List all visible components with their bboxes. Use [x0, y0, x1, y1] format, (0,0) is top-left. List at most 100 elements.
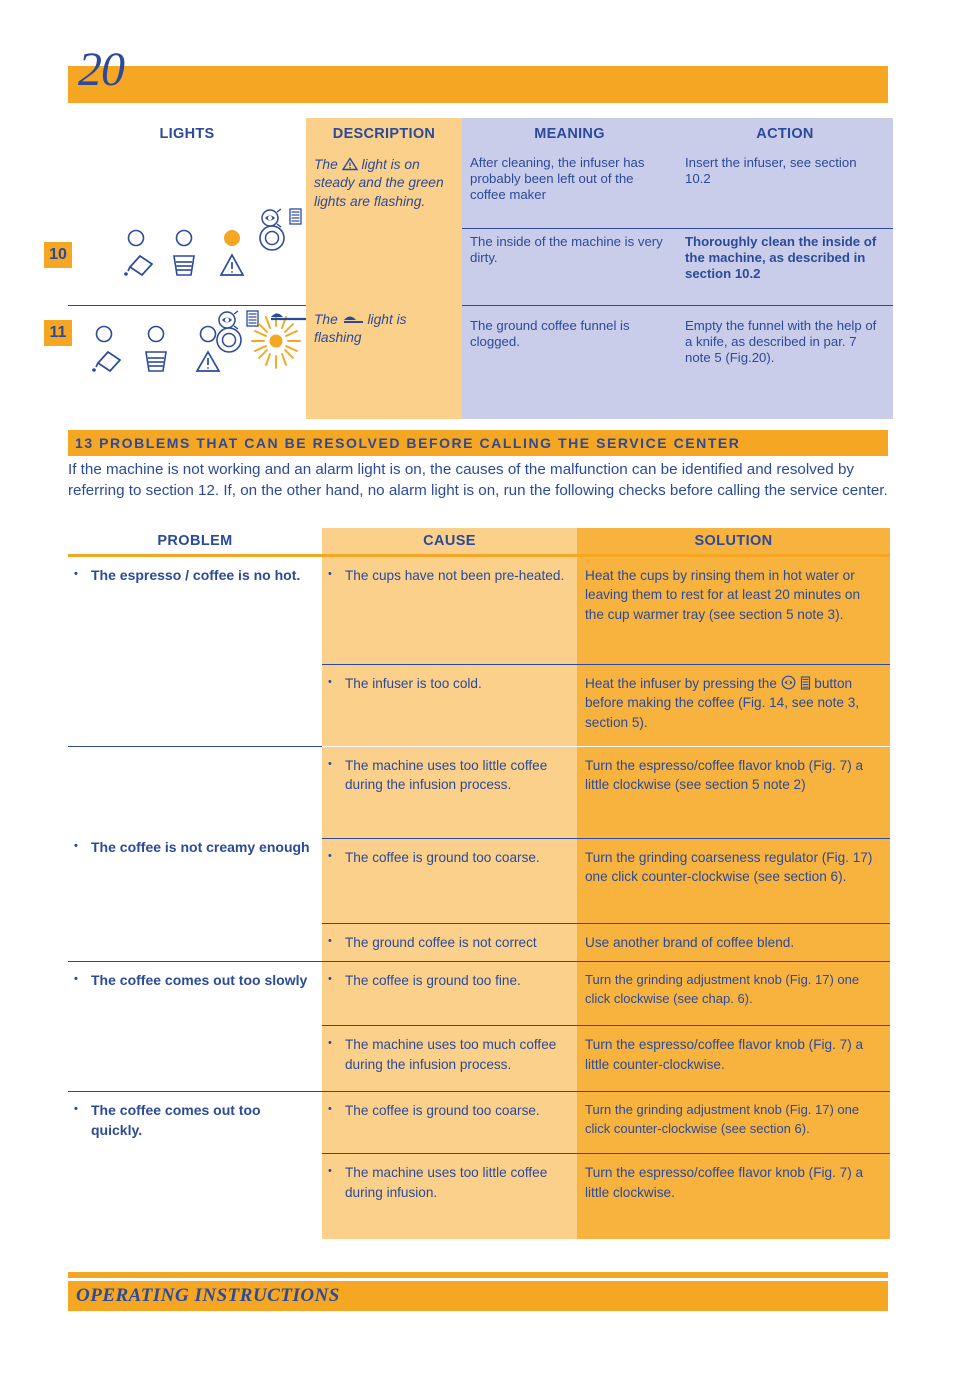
problem-bullet-row: • The coffee comes out too slowly	[68, 962, 322, 1000]
problem-bullet-row: • The espresso / coffee is no hot.	[68, 557, 322, 595]
grounds-container-icon	[173, 255, 195, 276]
cause-cell: • The cups have not been pre-heated.	[322, 554, 577, 664]
cause-text: The ground coffee is not correct	[345, 935, 537, 950]
lights-table-row-10: 10 The light is on steady and the green …	[38, 150, 893, 305]
row-10-action-1: Insert the infuser, see section 10.2	[677, 150, 893, 228]
problem-column-header: PROBLEM	[68, 528, 322, 554]
group-1-rows: • The cups have not been pre-heated. Hea…	[322, 554, 890, 746]
page-number: 20	[78, 43, 125, 96]
solution-cell: Heat the infuser by pressing the button …	[577, 664, 890, 746]
row-11-light-icons	[92, 310, 306, 373]
problem-text: The coffee is not creamy enough	[91, 839, 310, 855]
problem-cell-3: • The coffee comes out too slowly	[68, 961, 322, 1092]
manual-page: 20 LIGHTS DESCRIPTION MEANING ACTION 10	[0, 0, 954, 1377]
problem-text: The coffee comes out too slowly	[91, 972, 308, 989]
group-4-rows: • The coffee is ground too coarse. Turn …	[322, 1091, 890, 1240]
meaning-text: The ground coffee funnel is clogged.	[470, 318, 630, 350]
steam-ready-icon	[259, 225, 285, 251]
solution-before-text: Heat the infuser by pressing the	[585, 676, 777, 691]
cause-bullet-row: • The coffee is ground too coarse.	[322, 1092, 577, 1129]
group-3-rows: • The coffee is ground too fine. Turn th…	[322, 961, 890, 1092]
cause-bullet-row: • The coffee is ground too fine.	[322, 962, 577, 999]
cause-cell: • The infuser is too cold.	[322, 664, 577, 746]
section-13-intro: If the machine is not working and an ala…	[68, 461, 888, 499]
ground-coffee-funnel-icon	[271, 313, 306, 321]
cause-solution-row: • The ground coffee is not correct Use a…	[322, 923, 890, 962]
cause-solution-row: • The coffee is ground too coarse. Turn …	[322, 838, 890, 923]
cause-bullet-row: • The machine uses too little coffee dur…	[322, 1154, 577, 1211]
cause-text: The infuser is too cold.	[345, 676, 482, 691]
cause-bullet-row: • The coffee is ground too coarse.	[322, 839, 577, 876]
problem-text: The coffee comes out too quickly.	[91, 1102, 261, 1139]
warning-led-lit	[224, 230, 240, 246]
solution-cell: Turn the espresso/coffee flavor knob (Fi…	[577, 1025, 890, 1092]
cause-solution-row: • The machine uses too little coffee dur…	[322, 1153, 890, 1240]
lights-table: LIGHTS DESCRIPTION MEANING ACTION 10 The…	[38, 118, 893, 419]
cause-text: The cups have not been pre-heated.	[345, 568, 565, 583]
cause-solution-row: • The cups have not been pre-heated. Hea…	[322, 554, 890, 664]
hot-water-glyph	[246, 310, 259, 327]
meaning-text: The inside of the machine is very dirty.	[470, 233, 663, 265]
row-11-description-text: The light is flashing	[306, 305, 462, 354]
bullet-glyph: •	[328, 973, 332, 986]
problem-bullet-row: • The coffee is not creamy enough	[68, 829, 322, 867]
action-text: Insert the infuser, see section 10.2	[685, 155, 857, 187]
cause-text: The coffee is ground too coarse.	[345, 850, 540, 865]
grounds-led-off	[175, 229, 193, 247]
solution-cell: Heat the cups by rinsing them in hot wat…	[577, 554, 890, 664]
solution-text: Turn the grinding adjustment knob (Fig. …	[585, 972, 860, 1006]
footer-label: OPERATING INSTRUCTIONS	[76, 1285, 340, 1306]
row-10-number-cell: 10	[38, 150, 72, 305]
cause-cell: • The machine uses too little coffee dur…	[322, 746, 577, 838]
action-text: Empty the funnel with the help of a knif…	[685, 318, 877, 366]
bullet-glyph: •	[74, 973, 78, 986]
steam-ready-icon	[216, 327, 242, 353]
bullet-glyph: •	[328, 850, 332, 862]
meaning-text: After cleaning, the infuser has probably…	[470, 155, 645, 203]
problem-group-1: • The espresso / coffee is no hot. • The…	[68, 554, 890, 746]
warning-triangle-icon	[219, 253, 245, 276]
row-10-meaning-1: After cleaning, the infuser has probably…	[462, 150, 677, 228]
row-10-description-text: The light is on steady and the green lig…	[306, 150, 462, 217]
solution-cell: Turn the grinding adjustment knob (Fig. …	[577, 961, 890, 1026]
solution-text: Turn the grinding coarseness regulator (…	[585, 850, 873, 885]
group-2-rows: • The machine uses too little coffee dur…	[322, 746, 890, 962]
cause-text: The machine uses too little coffee durin…	[345, 758, 548, 793]
cause-cell: • The ground coffee is not correct	[322, 923, 577, 962]
warning-led-off	[199, 325, 217, 343]
solution-text: Turn the espresso/coffee flavor knob (Fi…	[585, 1165, 864, 1200]
bullet-glyph: •	[328, 1165, 332, 1178]
problem-group-4: • The coffee comes out too quickly. • Th…	[68, 1091, 890, 1240]
solution-cell: Turn the grinding adjustment knob (Fig. …	[577, 1091, 890, 1154]
row-11-subrows: The ground coffee funnel is clogged. Emp…	[462, 305, 893, 419]
ground-coffee-funnel-icon	[343, 316, 363, 323]
cause-cell: • The coffee is ground too fine.	[322, 961, 577, 1026]
problems-table-header-row: PROBLEM CAUSE SOLUTION	[68, 528, 890, 554]
row-10-subrow-2: The inside of the machine is very dirty.…	[462, 227, 893, 305]
cause-bullet-row: • The cups have not been pre-heated.	[322, 557, 577, 594]
hot-water-button-icon	[800, 676, 810, 690]
problem-cell-2: • The coffee is not creamy enough	[68, 746, 322, 962]
row-11-description-cell: The light is flashing	[306, 305, 462, 419]
cause-cell: • The machine uses too much coffee durin…	[322, 1025, 577, 1092]
row-11-action-1: Empty the funnel with the help of a knif…	[677, 305, 893, 419]
row-11-number-cell: 11	[38, 305, 72, 419]
cause-cell: • The coffee is ground too coarse.	[322, 1091, 577, 1154]
problem-group-3: • The coffee comes out too slowly • The …	[68, 961, 890, 1092]
water-tank-icon	[92, 350, 122, 373]
footer-bar: OPERATING INSTRUCTIONS	[68, 1281, 888, 1311]
steam-button-icon	[781, 675, 796, 690]
top-orange-bar	[68, 66, 888, 103]
section-13-heading: 13 PROBLEMS THAT CAN BE RESOLVED BEFORE …	[68, 430, 888, 456]
problem-group-2: • The coffee is not creamy enough • The …	[68, 746, 890, 962]
desc-before-text: The	[314, 312, 338, 327]
grounds-led-off	[147, 325, 165, 343]
solution-text: Heat the cups by rinsing them in hot wat…	[585, 568, 861, 622]
cause-column-header: CAUSE	[322, 528, 577, 554]
problem-cell-4: • The coffee comes out too quickly.	[68, 1091, 322, 1240]
cause-solution-row: • The machine uses too much coffee durin…	[322, 1025, 890, 1092]
cause-text: The machine uses too little coffee durin…	[345, 1165, 548, 1200]
grounds-container-icon	[145, 351, 167, 372]
row-11-meaning-1: The ground coffee funnel is clogged.	[462, 305, 677, 419]
cause-solution-row: • The coffee is ground too coarse. Turn …	[322, 1091, 890, 1154]
